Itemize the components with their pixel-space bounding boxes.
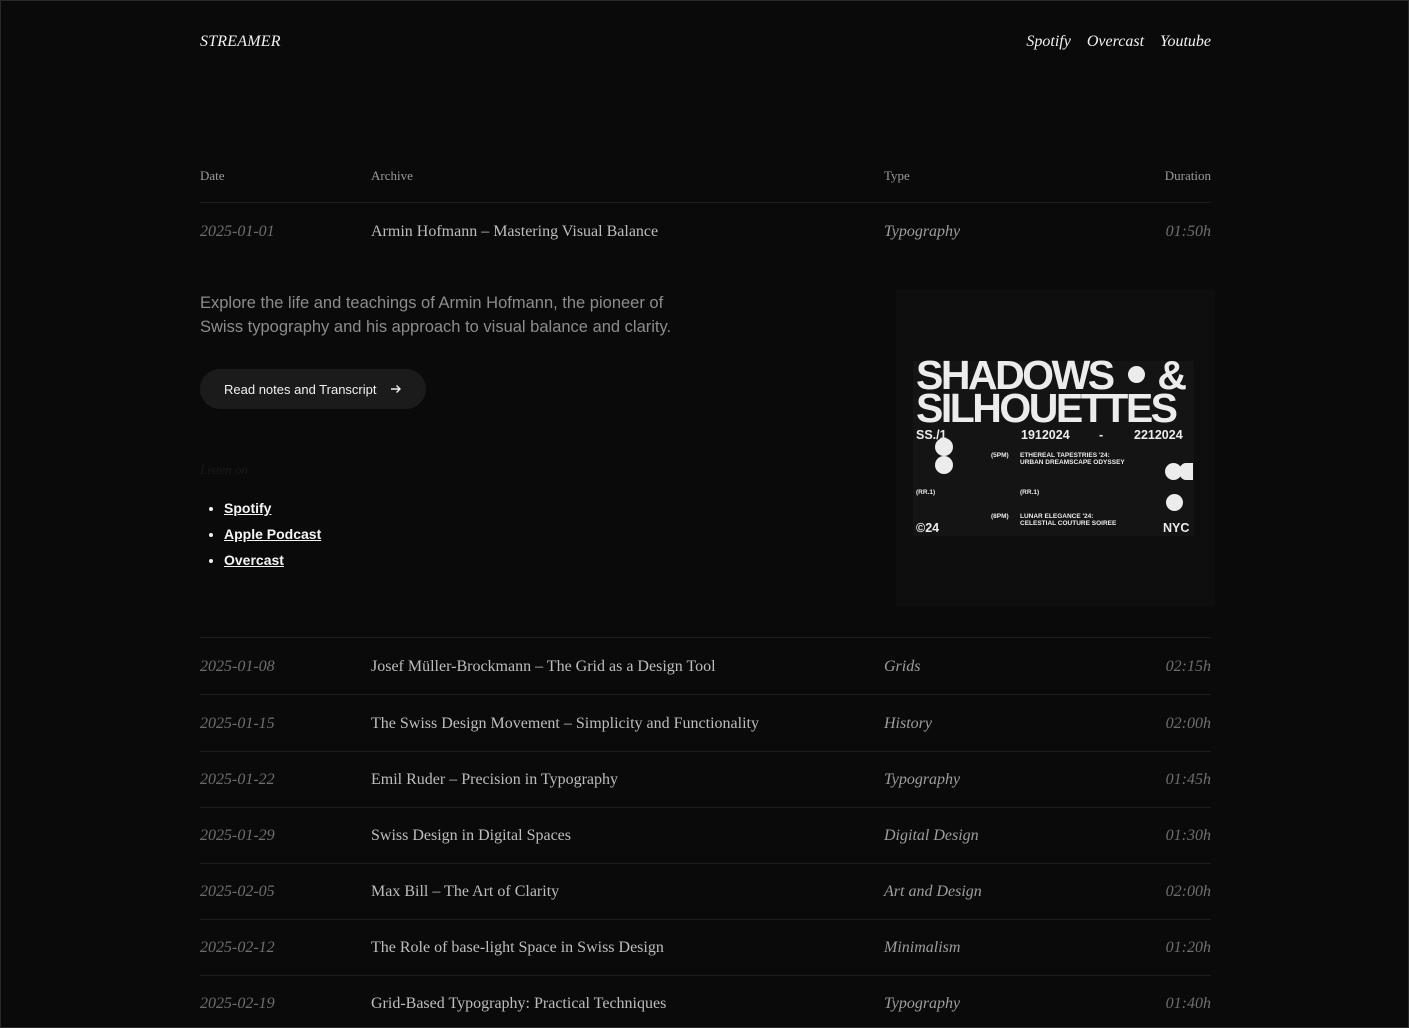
list-item: Apple Podcast	[224, 521, 321, 547]
header-duration: Duration	[1164, 168, 1211, 183]
row-date: 2025-01-01	[200, 223, 275, 240]
row-duration: 02:00h	[1165, 883, 1211, 900]
link-spotify[interactable]: Spotify	[224, 500, 271, 516]
read-notes-label: Read notes and Transcript	[224, 381, 377, 397]
row-duration: 01:40h	[1165, 995, 1211, 1012]
row-duration: 01:50h	[1165, 223, 1211, 240]
listen-on-label: Listen on	[200, 462, 249, 477]
row-date: 2025-02-19	[200, 995, 275, 1012]
row-date: 2025-01-15	[200, 715, 275, 732]
row-duration: 01:20h	[1165, 939, 1211, 956]
nav-overcast[interactable]: Overcast	[1087, 33, 1144, 51]
header-archive: Archive	[371, 168, 413, 183]
header-type: Type	[884, 168, 910, 183]
row-date: 2025-01-22	[200, 771, 275, 788]
table-row[interactable]: 2025-01-15 The Swiss Design Movement – S…	[200, 695, 1211, 752]
row-type: Digital Design	[884, 827, 979, 844]
circle-icon	[1166, 494, 1183, 511]
table-row[interactable]: 2025-01-01 Armin Hofmann – Mastering Vis…	[200, 203, 1211, 259]
episode-artwork: SHADOWS & SILHOUETTES SS./1 1912024 - 22…	[896, 289, 1215, 607]
row-title: Swiss Design in Digital Spaces	[371, 827, 571, 844]
poster-rr-left: (RR.1)	[916, 489, 936, 496]
poster-date-dash: -	[1099, 428, 1104, 442]
list-item: Spotify	[224, 495, 321, 521]
row-title: Armin Hofmann – Mastering Visual Balance	[371, 223, 659, 240]
poster-event-1: ETHEREAL TAPESTRIES '24: URBAN DREAMSCAP…	[1020, 452, 1125, 466]
row-date: 2025-02-12	[200, 939, 275, 956]
row-type: Typography	[884, 771, 961, 788]
table-row[interactable]: 2025-02-12 The Role of base-light Space …	[200, 919, 1211, 976]
row-duration: 02:00h	[1165, 715, 1211, 732]
row-type: Typography	[884, 223, 961, 240]
row-duration: 02:15h	[1165, 658, 1211, 675]
row-date: 2025-01-08	[200, 658, 275, 675]
table-header: Date Archive Type Duration	[200, 168, 1211, 203]
header-date: Date	[200, 168, 225, 183]
table-row[interactable]: 2025-01-22 Emil Ruder – Precision in Typ…	[200, 751, 1211, 808]
row-title: Josef Müller-Brockmann – The Grid as a D…	[371, 658, 716, 675]
poster-date-start: 1912024	[1021, 428, 1070, 442]
poster-event-2: LUNAR ELEGANCE '24: CELESTIAL COUTURE SO…	[1020, 513, 1117, 527]
link-apple-podcast[interactable]: Apple Podcast	[224, 526, 321, 542]
table-row[interactable]: 2025-01-08 Josef Müller-Brockmann – The …	[200, 638, 1211, 695]
nav-spotify[interactable]: Spotify	[1026, 33, 1070, 51]
listen-links: Spotify Apple Podcast Overcast	[200, 495, 321, 573]
brand-logo[interactable]: STREAMER	[200, 33, 281, 51]
poster-title: SHADOWS & SILHOUETTES	[916, 352, 1187, 431]
row-type: History	[884, 715, 932, 732]
circle-icon	[935, 438, 953, 456]
list-item: Overcast	[224, 547, 321, 573]
table-row[interactable]: 2025-01-29 Swiss Design in Digital Space…	[200, 807, 1211, 864]
episode-details: Explore the life and teachings of Armin …	[200, 259, 1215, 638]
row-date: 2025-01-29	[200, 827, 275, 844]
row-type: Art and Design	[884, 883, 982, 900]
poster-city: NYC	[1163, 521, 1190, 535]
half-circle-icon	[1179, 463, 1193, 480]
row-type: Minimalism	[884, 939, 961, 956]
episode-description: Explore the life and teachings of Armin …	[200, 294, 672, 336]
poster-date-end: 2212024	[1134, 428, 1183, 442]
nav-youtube[interactable]: Youtube	[1160, 33, 1211, 51]
row-title: The Swiss Design Movement – Simplicity a…	[371, 715, 759, 732]
table-row[interactable]: 2025-02-05 Max Bill – The Art of Clarity…	[200, 863, 1211, 920]
poster-time-2: (8PM)	[991, 513, 1009, 520]
row-title: Grid-Based Typography: Practical Techniq…	[371, 995, 667, 1012]
row-type: Grids	[884, 658, 921, 675]
poster-time-1: (5PM)	[991, 452, 1009, 459]
table-row[interactable]: 2025-02-19 Grid-Based Typography: Practi…	[200, 975, 1211, 1028]
row-duration: 01:30h	[1165, 827, 1211, 844]
link-overcast[interactable]: Overcast	[224, 552, 284, 568]
circle-icon	[935, 456, 953, 474]
poster: SHADOWS & SILHOUETTES SS./1 1912024 - 22…	[913, 352, 1194, 536]
row-title: Emil Ruder – Precision in Typography	[371, 771, 618, 788]
row-title: Max Bill – The Art of Clarity	[371, 883, 560, 900]
row-date: 2025-02-05	[200, 883, 275, 900]
poster-rr-right: (RR.1)	[1020, 489, 1040, 496]
poster-copyright: ©24	[916, 521, 940, 535]
row-duration: 01:45h	[1165, 771, 1211, 788]
row-title: The Role of base-light Space in Swiss De…	[371, 939, 664, 956]
arrow-right-icon	[390, 382, 402, 397]
read-notes-button[interactable]: Read notes and Transcript	[200, 369, 427, 409]
row-type: Typography	[884, 995, 961, 1012]
dot-icon	[1127, 366, 1145, 383]
top-nav: Spotify Overcast Youtube	[1026, 33, 1211, 51]
